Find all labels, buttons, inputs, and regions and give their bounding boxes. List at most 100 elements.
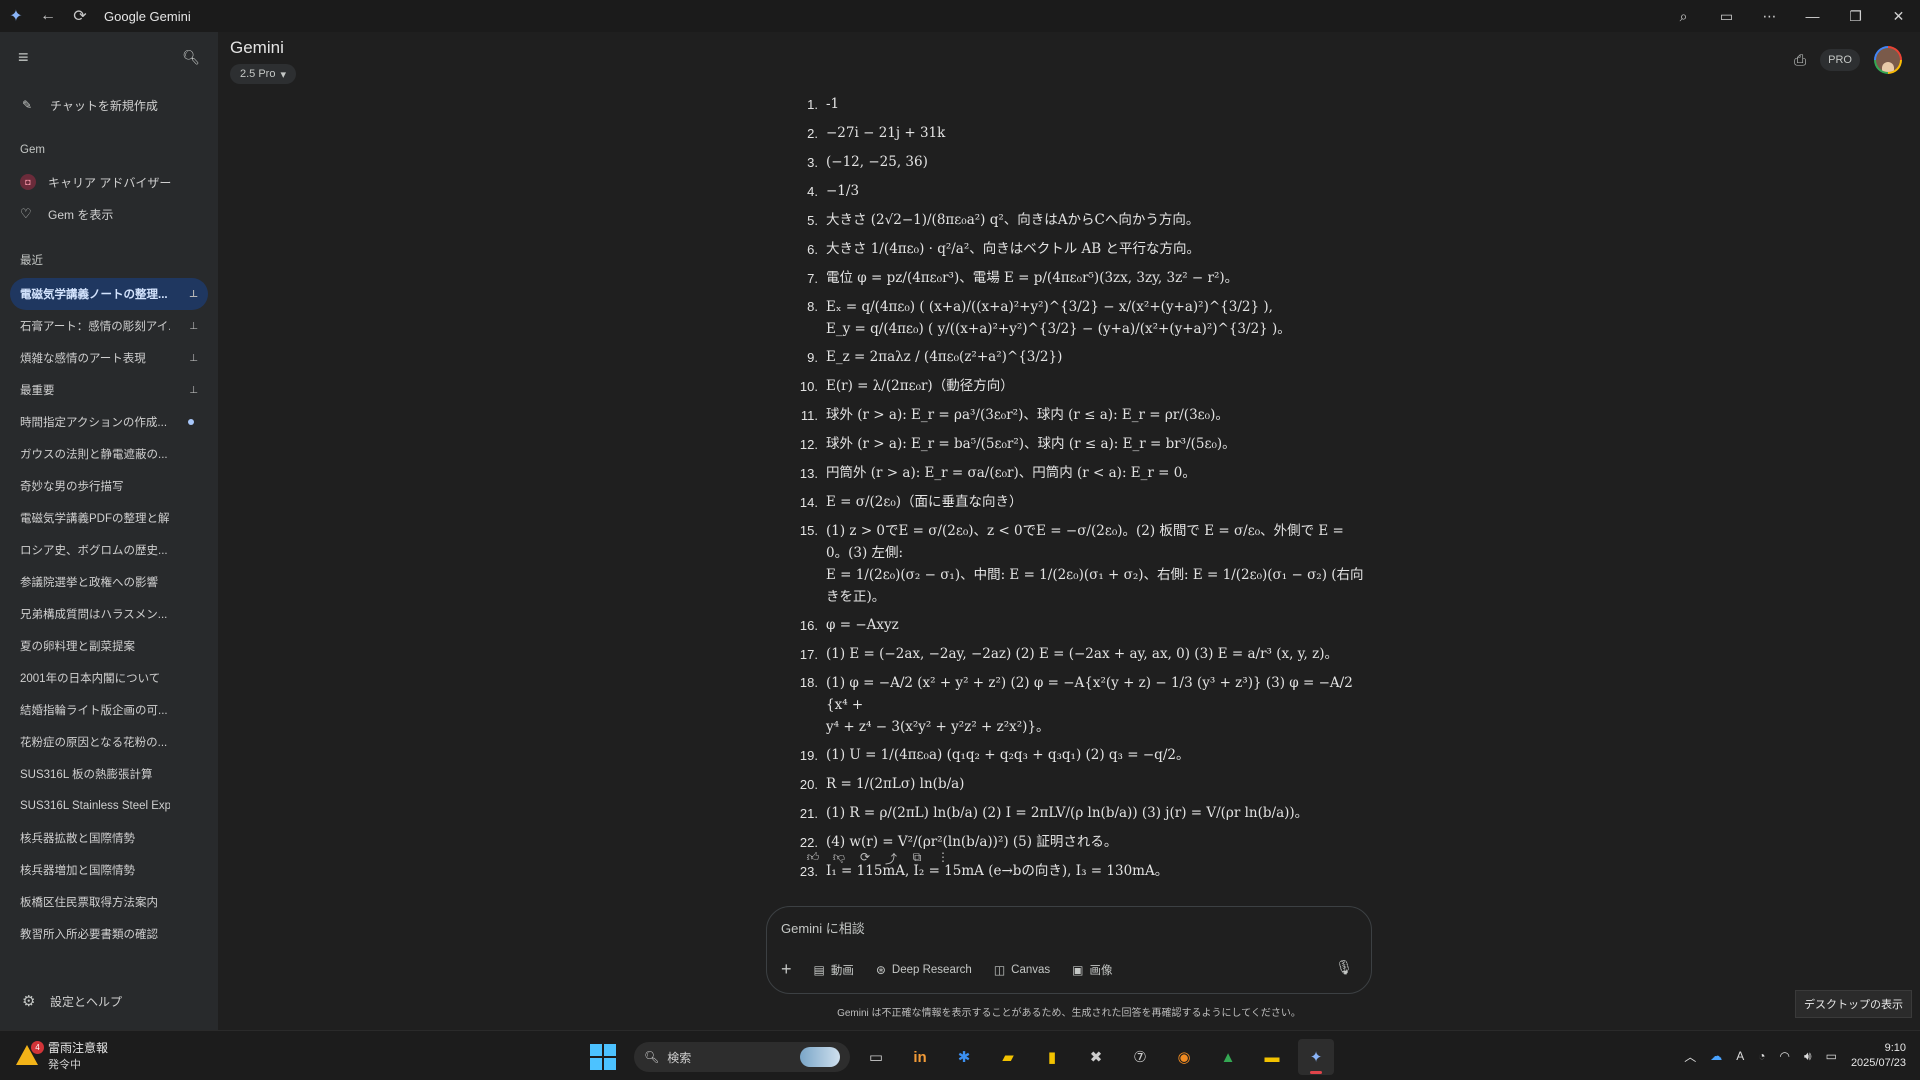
app-view-icon[interactable]: ▭ [1705,0,1748,32]
app-seven-icon[interactable]: ⑦ [1122,1039,1158,1075]
recent-chat-item[interactable]: 板橋区住民票取得方法案内 [10,886,208,918]
clock-status-icon[interactable]: ◔ [1758,1049,1765,1063]
recent-chat-item[interactable]: 煩雑な感情のアート表現 ⊥ [10,342,208,374]
task-view-icon[interactable]: ▭ [858,1039,894,1075]
regenerate-icon[interactable]: ⟳ [858,850,872,867]
answer-text: (1) φ = −A/2 (x² + y² + z²) (2) φ = −A{x… [826,672,1370,738]
start-button[interactable] [590,1044,616,1070]
close-button[interactable]: ✕ [1877,0,1920,32]
more-options-icon[interactable]: ⋮ [936,850,950,867]
pin-icon[interactable]: ⊥ [189,385,198,396]
avatar[interactable] [1874,46,1902,74]
tool-canvas[interactable]: ◫ Canvas [994,963,1050,977]
recent-chat-item[interactable]: SUS316L 板の熱膨張計算 [10,758,208,790]
answer-item: 7. 電位 φ = pz/(4πε₀r³)、電場 E = p/(4πε₀r⁵)(3… [790,264,1370,293]
gemini-app-icon[interactable]: ✦ [1298,1039,1334,1075]
answer-item: 11. 球外 (r > a): E_r = ρa³/(3ε₀r²)、球内 (r ≤… [790,401,1370,430]
thumbs-down-icon[interactable]: 👎︎ [832,850,846,867]
back-icon[interactable]: ← [32,0,64,32]
image-icon: ▣ [1072,962,1084,977]
weather-widget[interactable]: 4 雷雨注意報 発令中 [16,1039,108,1072]
recent-chat-item[interactable]: 石膏アート：感情の彫刻アイ... ⊥ [10,310,208,342]
recent-chat-label: SUS316L Stainless Steel Expl... [20,800,170,812]
menu-icon[interactable]: ≡ [18,47,29,68]
gem-career-advisor[interactable]: ◘ キャリア アドバイザー [0,166,218,198]
minimize-button[interactable]: — [1791,0,1834,32]
recent-chat-label: 核兵器拡散と国際情勢 [20,833,135,845]
thumbs-up-icon[interactable]: 👍︎ [806,850,820,867]
reload-icon[interactable]: ⟳ [64,0,96,32]
answer-line: 大きさ 1/(4πε₀) · q²/a²、向きはベクトル AB と平行な方向。 [826,241,1201,257]
recent-chat-item[interactable]: 最重要 ⊥ [10,374,208,406]
chevron-up-icon[interactable]: ︿ [1684,1048,1696,1065]
new-chat-label: チャットを新規作成 [50,98,158,113]
recent-chat-item[interactable]: 結婚指輪ライト版企画の可... [10,694,208,726]
print-icon[interactable]: ⎙ [1794,52,1806,69]
zoom-icon[interactable]: ⌕ [1662,0,1705,32]
settings-help-button[interactable]: ⚙ 設定とヘルプ [0,992,122,1010]
battery-icon[interactable]: ▭ [1826,1049,1837,1063]
answer-number: 4. [807,184,818,199]
answer-text: (1) R = ρ/(2πL) ln(b/a) (2) I = 2πLV/(ρ … [826,799,1370,828]
settings-label: 設定とヘルプ [50,994,123,1009]
maximize-button[interactable]: ❐ [1834,0,1877,32]
recent-chat-item[interactable]: 時間指定アクションの作成... [10,406,208,438]
more-icon[interactable]: ⋯ [1748,0,1791,32]
pin-icon[interactable]: ⊥ [189,289,198,300]
app-in-icon[interactable]: in [902,1039,938,1075]
pin-icon[interactable]: ⊥ [189,321,198,332]
gem-show-all[interactable]: ♡ Gem を表示 [0,198,218,230]
recent-chat-item[interactable]: 夏の卵料理と副菜提案 [10,630,208,662]
add-icon[interactable]: + [781,959,792,980]
butterfly-app-icon[interactable]: ✱ [946,1039,982,1075]
recent-chat-item[interactable]: 2001年の日本内閣について [10,662,208,694]
new-chat-button[interactable]: ✎ チャットを新規作成 [0,88,218,122]
recent-chat-label: 兄弟構成質問はハラスメン... [20,609,168,621]
blender-icon[interactable]: ◉ [1166,1039,1202,1075]
recent-chat-item[interactable]: SUS316L Stainless Steel Expl... [10,790,208,822]
tool-image[interactable]: ▣ 画像 [1072,962,1112,978]
recent-chat-item[interactable]: 花粉症の原因となる花粉の... [10,726,208,758]
folder-icon[interactable]: ▬ [1254,1039,1290,1075]
recent-chat-item[interactable]: 参議院選挙と政権への影響 [10,566,208,598]
recent-chat-item[interactable]: 核兵器拡散と国際情勢 [10,822,208,854]
pin-icon[interactable]: ⊥ [189,353,198,364]
model-selector[interactable]: 2.5 Pro ▾ [230,64,296,84]
recent-chat-item[interactable]: 電磁気学講義ノートの整理... ⊥ [10,278,208,310]
cloud-icon[interactable]: ☁ [1710,1049,1722,1063]
tool-video[interactable]: ▤ 動画 [814,962,854,978]
recent-chat-item[interactable]: 電磁気学講義PDFの整理と解... [10,502,208,534]
recent-chat-item[interactable]: 教習所入所必要書類の確認 [10,918,208,950]
recent-chat-item[interactable]: ガウスの法則と静電遮蔽の... [10,438,208,470]
recent-chat-item[interactable]: 核兵器増加と国際情勢 [10,854,208,886]
notes-app-icon[interactable]: ▰ [990,1039,1026,1075]
recent-chat-item[interactable]: 兄弟構成質問はハラスメン... [10,598,208,630]
ime-icon[interactable]: A [1736,1049,1744,1063]
search-icon[interactable]: 🔍︎ [182,49,200,66]
answer-item: 21. (1) R = ρ/(2πL) ln(b/a) (2) I = 2πLV/… [790,799,1370,828]
answer-line: E_y = q/(4πε₀) ( y/((x+a)²+y²)^{3/2} − (… [826,321,1291,337]
recent-chat-item[interactable]: ロシア史、ボグロムの歴史... [10,534,208,566]
wifi-icon[interactable]: ◠ [1780,1049,1790,1063]
taskbar-search[interactable]: 🔍︎ 検索 [634,1042,850,1072]
canvas-icon: ◫ [993,962,1006,977]
terminal-app-icon[interactable]: ✖ [1078,1039,1114,1075]
recent-chat-label: ガウスの法則と静電遮蔽の... [20,449,168,461]
file-app-icon[interactable]: ▮ [1034,1039,1070,1075]
tool-deep-research[interactable]: ⊛ Deep Research [876,963,972,977]
answer-line: R = 1/(2πLσ) ln(b/a) [826,776,965,792]
microphone-icon[interactable]: 🎙︎ [1335,959,1353,976]
answer-line: -1 [826,96,840,112]
answer-number: 20. [799,777,818,792]
response-actions: 👍︎ 👎︎ ⟳ ⤴ ⧉ ⋮ [806,850,950,867]
drive-icon[interactable]: ▲ [1210,1039,1246,1075]
volume-icon[interactable]: 🔊︎ [1804,1049,1812,1064]
copy-icon[interactable]: ⧉ [910,850,924,867]
taskbar: 4 雷雨注意報 発令中 🔍︎ 検索 ▭ in ✱ ▰ ▮ ✖ ⑦ ◉ ▲ ▬ ✦… [0,1030,1920,1080]
answer-number: 9. [807,350,818,365]
recent-chat-item[interactable]: 奇妙な男の歩行描写 [10,470,208,502]
clock[interactable]: 9:10 2025/07/23 [1851,1041,1906,1071]
prompt-input[interactable] [781,921,1321,936]
share-icon[interactable]: ⤴ [884,850,898,867]
recent-chat-label: 結婚指輪ライト版企画の可... [20,705,168,717]
